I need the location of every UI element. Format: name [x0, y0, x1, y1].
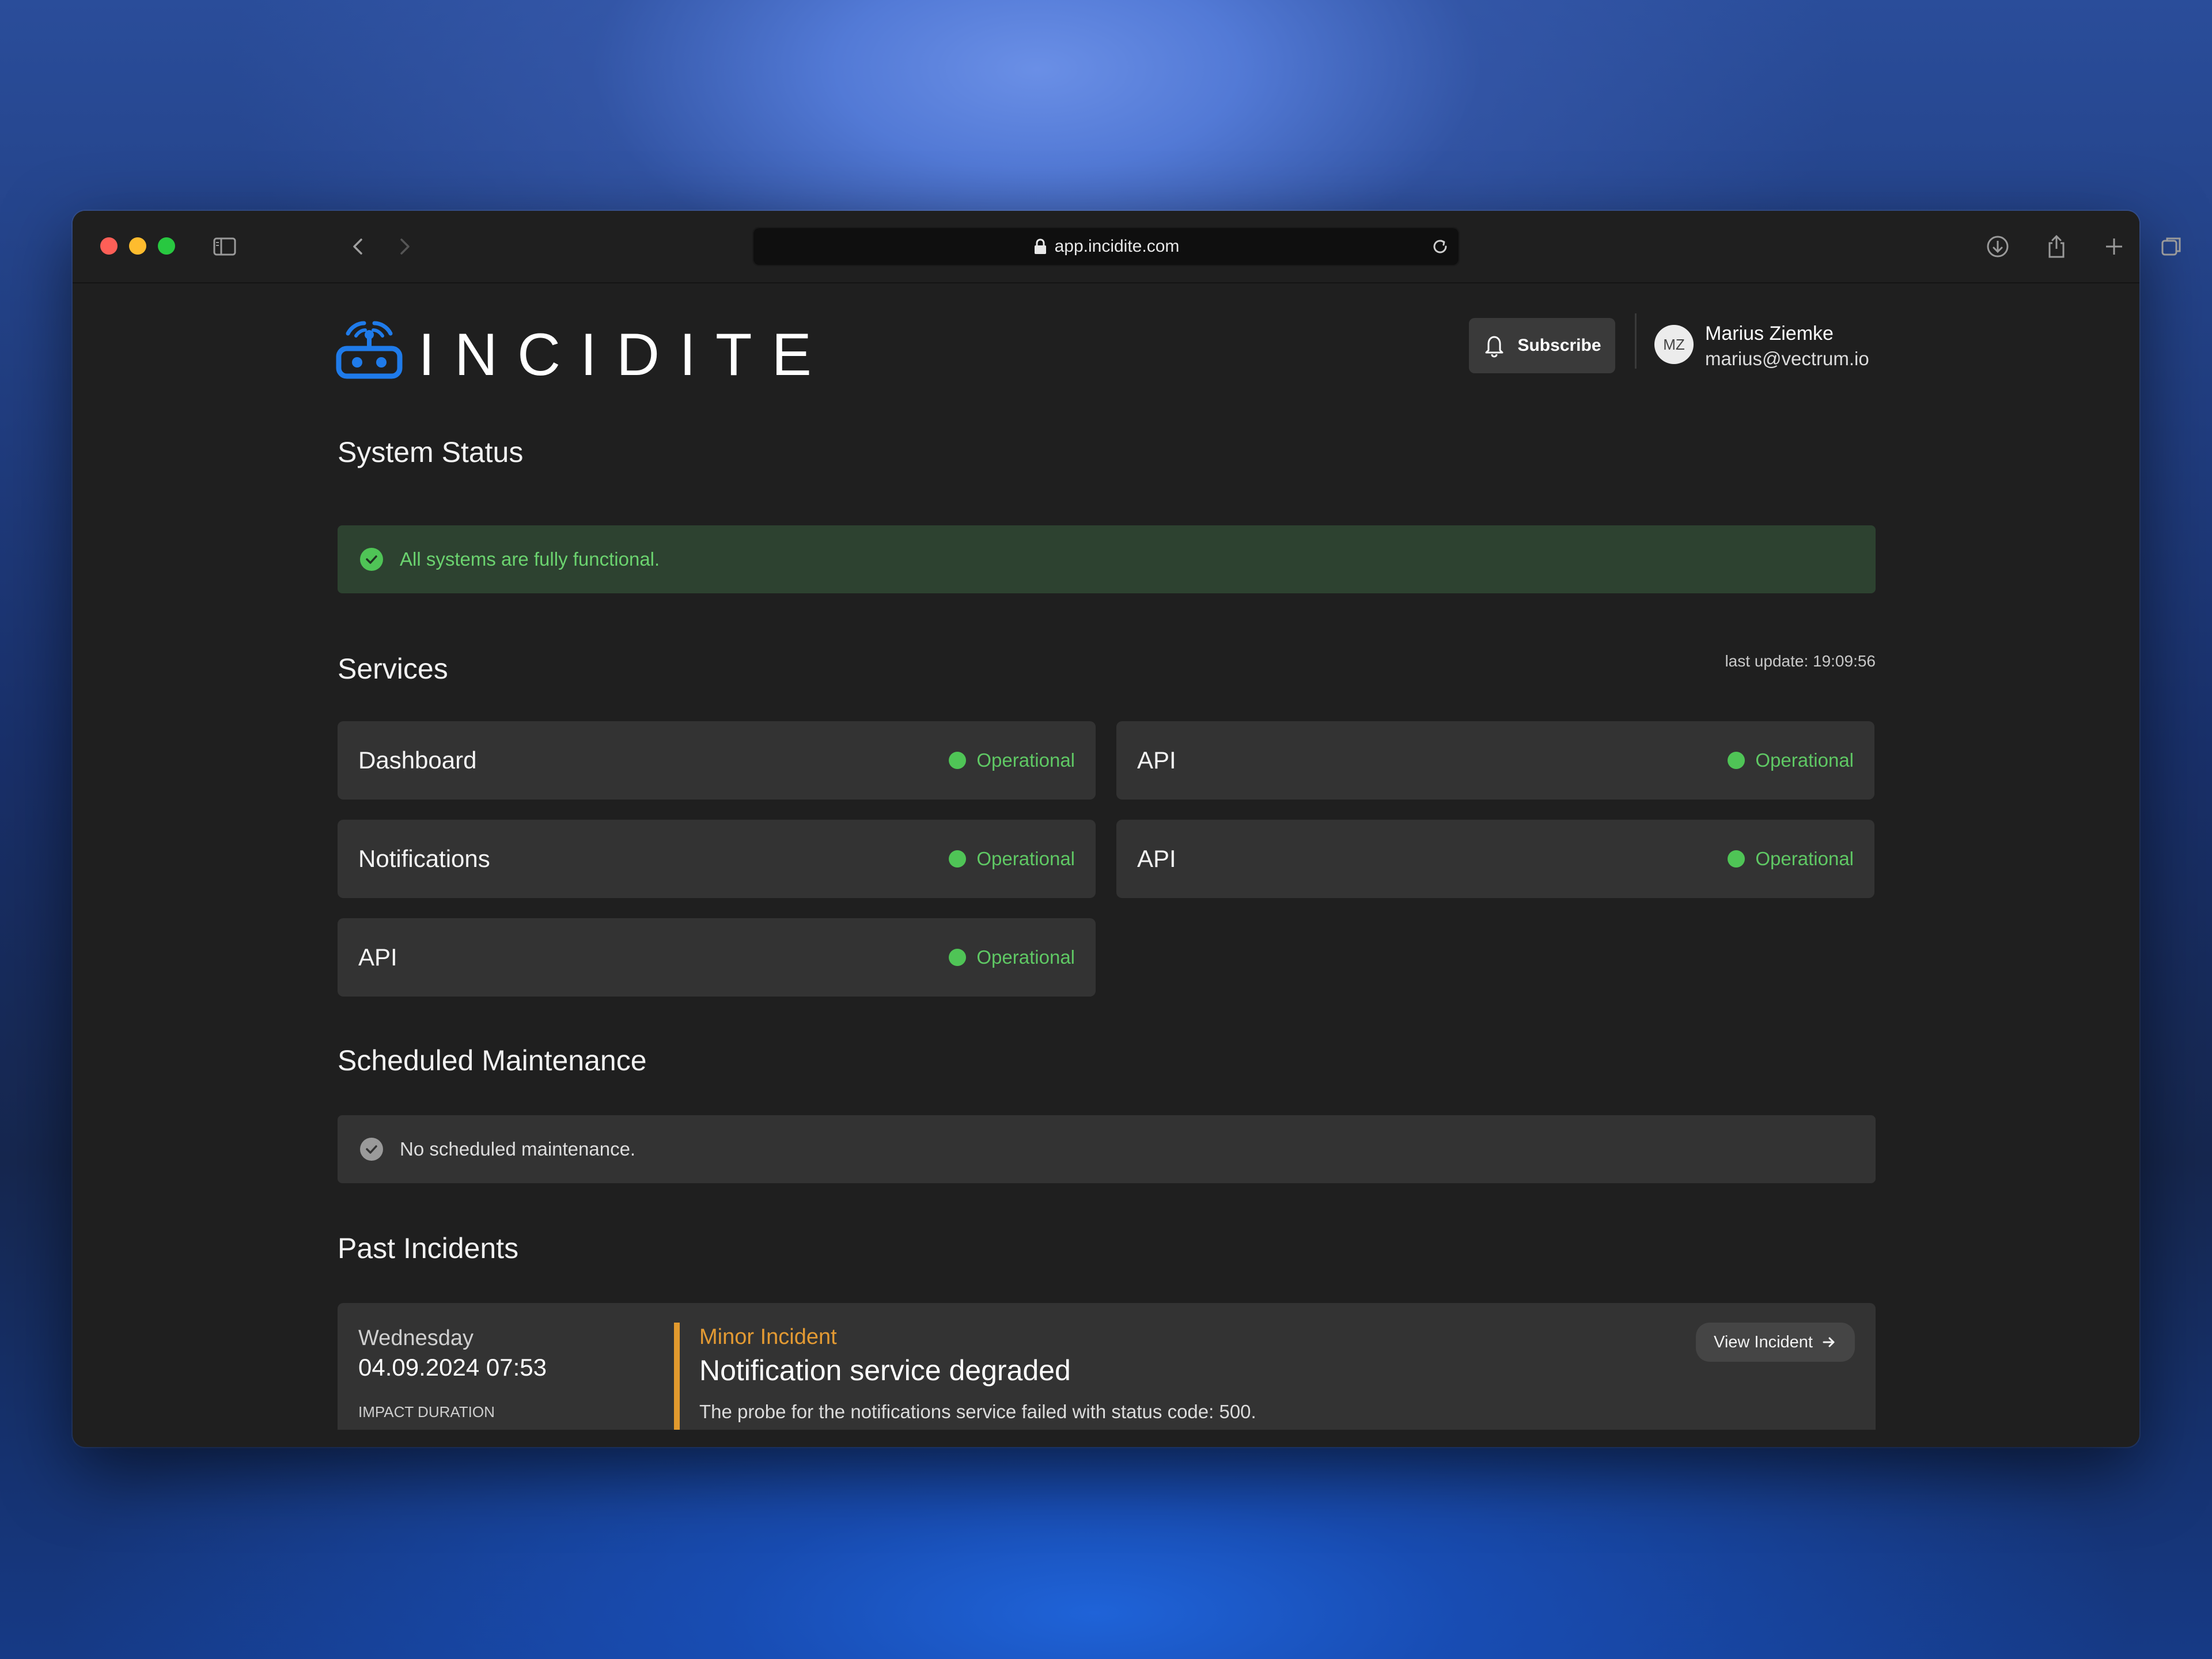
- user-email: marius@vectrum.io: [1705, 348, 1869, 369]
- service-card[interactable]: API Operational: [1116, 721, 1874, 800]
- scheduled-maintenance-heading: Scheduled Maintenance: [338, 1044, 647, 1077]
- incident-title: Notification service degraded: [699, 1354, 1071, 1387]
- service-name: Dashboard: [358, 747, 477, 774]
- status-dot-icon: [949, 850, 967, 868]
- service-status: Operational: [949, 820, 1075, 898]
- forward-icon[interactable]: [391, 233, 418, 260]
- sidebar-toggle-icon[interactable]: [211, 233, 238, 260]
- impact-duration-label: IMPACT DURATION: [358, 1403, 495, 1421]
- service-card[interactable]: API Operational: [338, 918, 1096, 997]
- maintenance-banner: No scheduled maintenance.: [338, 1115, 1876, 1183]
- address-bar[interactable]: app.incidite.com: [752, 227, 1460, 266]
- incidite-logo[interactable]: INCIDITE: [335, 312, 831, 385]
- subscribe-label: Subscribe: [1517, 336, 1601, 355]
- status-dot-icon: [1728, 752, 1745, 769]
- service-status: Operational: [949, 721, 1075, 800]
- bell-icon: [1485, 336, 1503, 358]
- service-card[interactable]: API Operational: [1116, 820, 1874, 898]
- status-page: INCIDITE Subscribe MZ Marius Ziemke mari…: [73, 283, 2139, 1447]
- service-name: API: [1137, 845, 1176, 872]
- service-status: Operational: [1728, 721, 1854, 800]
- lock-icon: [1034, 238, 1046, 254]
- close-window-button[interactable]: [100, 237, 118, 255]
- downloads-icon[interactable]: [1984, 233, 2012, 260]
- logo-wordmark: INCIDITE: [418, 321, 831, 388]
- check-circle-icon: [360, 548, 383, 571]
- logo-broadcast-icon: [336, 321, 403, 379]
- avatar[interactable]: MZ: [1654, 325, 1694, 364]
- tab-overview-icon[interactable]: [2100, 233, 2128, 260]
- user-name: Marius Ziemke: [1705, 323, 1834, 344]
- browser-window: app.incidite.com INCIDITE Subscribe MZ M…: [73, 211, 2139, 1447]
- service-name: API: [1137, 747, 1176, 774]
- status-dot-icon: [949, 752, 967, 769]
- status-dot-icon: [949, 949, 967, 966]
- system-status-banner: All systems are fully functional.: [338, 525, 1876, 593]
- severity-bar: [674, 1323, 680, 1430]
- services-heading: Services: [338, 653, 448, 685]
- system-status-message: All systems are fully functional.: [400, 548, 660, 570]
- minimize-window-button[interactable]: [129, 237, 146, 255]
- subscribe-button[interactable]: Subscribe: [1469, 318, 1615, 373]
- incident-description: The probe for the notifications service …: [699, 1401, 1256, 1422]
- url-text: app.incidite.com: [1054, 237, 1180, 256]
- service-status: Operational: [949, 918, 1075, 997]
- system-status-heading: System Status: [338, 436, 524, 468]
- incident-card: Wednesday 04.09.2024 07:53 IMPACT DURATI…: [338, 1303, 1876, 1430]
- status-dot-icon: [1728, 850, 1745, 868]
- zoom-window-button[interactable]: [158, 237, 175, 255]
- tab-overview-icon[interactable]: [2158, 233, 2186, 260]
- past-incidents-heading: Past Incidents: [338, 1232, 519, 1264]
- service-status: Operational: [1728, 820, 1854, 898]
- reload-icon[interactable]: [1429, 235, 1452, 258]
- incident-severity: Minor Incident: [699, 1325, 837, 1349]
- view-incident-button[interactable]: View Incident: [1696, 1323, 1855, 1362]
- header-divider: [1635, 313, 1637, 369]
- view-incident-label: View Incident: [1714, 1332, 1813, 1351]
- service-card[interactable]: Dashboard Operational: [338, 721, 1096, 800]
- service-card[interactable]: Notifications Operational: [338, 820, 1096, 898]
- browser-toolbar: app.incidite.com: [73, 211, 2139, 283]
- service-name: API: [358, 944, 397, 971]
- incident-day: Wednesday: [358, 1326, 474, 1350]
- back-icon[interactable]: [344, 233, 372, 260]
- share-icon[interactable]: [2043, 233, 2070, 260]
- service-name: Notifications: [358, 845, 490, 872]
- last-update-timestamp: last update: 19:09:56: [1725, 652, 1876, 670]
- arrow-right-icon: [1823, 1337, 1835, 1347]
- incident-datetime: 04.09.2024 07:53: [358, 1354, 547, 1381]
- check-circle-icon: [360, 1138, 383, 1161]
- maintenance-message: No scheduled maintenance.: [400, 1138, 636, 1160]
